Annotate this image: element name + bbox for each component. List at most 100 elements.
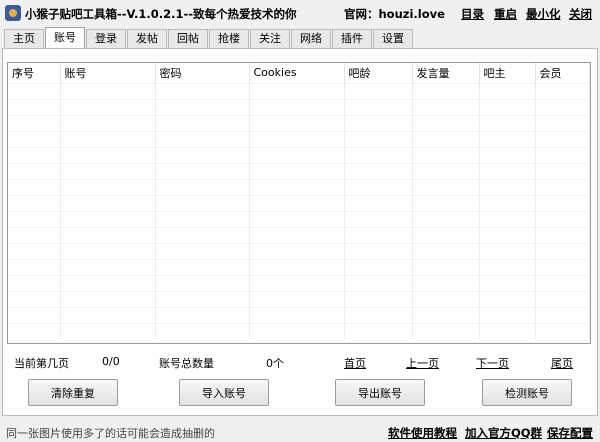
grid-cell [344, 162, 413, 179]
tab-network[interactable]: 网络 [291, 29, 331, 48]
tab-home[interactable]: 主页 [4, 29, 44, 48]
tab-settings[interactable]: 设置 [373, 29, 413, 48]
grid-cell [249, 242, 345, 259]
account-table[interactable]: 序号 账号 密码 Cookies 吧龄 发言量 吧主 会员 [7, 62, 591, 344]
grid-cell [249, 226, 345, 243]
grid-cell [60, 98, 156, 115]
total-accounts-label: 账号总数量 [159, 357, 214, 370]
grid-cell [249, 322, 345, 339]
empty-grid-row [8, 242, 590, 259]
tab-follow[interactable]: 关注 [250, 29, 290, 48]
grid-cell [412, 210, 480, 227]
grid-cell [479, 98, 536, 115]
empty-grid-row [8, 178, 590, 195]
minimize-menu[interactable]: 最小化 [526, 6, 561, 22]
empty-grid-row [8, 258, 590, 275]
check-accounts-button[interactable]: 检测账号 [482, 379, 572, 406]
grid-cell [8, 242, 61, 259]
column-header-index[interactable]: 序号 [8, 63, 61, 83]
column-header-cookies[interactable]: Cookies [249, 63, 345, 83]
tab-plugins[interactable]: 插件 [332, 29, 372, 48]
tab-account[interactable]: 账号 [45, 27, 85, 48]
grid-cell [344, 258, 413, 275]
grid-cell [344, 130, 413, 147]
grid-cell [8, 82, 61, 99]
grid-cell [479, 242, 536, 259]
grid-cell [249, 114, 345, 131]
grid-cell [249, 162, 345, 179]
grid-cell [155, 162, 250, 179]
column-header-password[interactable]: 密码 [155, 63, 250, 83]
next-page-link[interactable]: 下一页 [476, 355, 509, 371]
last-page-link[interactable]: 尾页 [551, 355, 573, 371]
grid-cell [535, 178, 590, 195]
grid-cell [412, 194, 480, 211]
grid-cell [479, 322, 536, 339]
grid-cell [155, 114, 250, 131]
column-header-bar-owner[interactable]: 吧主 [479, 63, 536, 83]
empty-grid-row [8, 130, 590, 147]
first-page-link[interactable]: 首页 [344, 355, 366, 371]
grid-cell [344, 322, 413, 339]
official-site-link[interactable]: 官网：houzi.love [344, 6, 445, 22]
column-header-member[interactable]: 会员 [535, 63, 590, 83]
column-header-post-count[interactable]: 发言量 [412, 63, 480, 83]
clear-duplicates-button[interactable]: 清除重复 [28, 379, 118, 406]
grid-cell [60, 242, 156, 259]
grid-cell [60, 210, 156, 227]
grid-cell [60, 322, 156, 339]
grid-cell [60, 290, 156, 307]
grid-cell [535, 146, 590, 163]
save-config-link[interactable]: 保存配置 [547, 425, 593, 441]
qq-group-link[interactable]: 加入官方QQ群 [465, 425, 542, 441]
empty-grid-row [8, 210, 590, 227]
grid-cell [535, 130, 590, 147]
grid-cell [249, 98, 345, 115]
column-header-bar-age[interactable]: 吧龄 [344, 63, 413, 83]
grid-cell [344, 210, 413, 227]
empty-grid-row [8, 194, 590, 211]
grid-cell [155, 322, 250, 339]
catalog-menu[interactable]: 目录 [461, 6, 484, 22]
import-accounts-button[interactable]: 导入账号 [179, 379, 269, 406]
grid-cell [344, 178, 413, 195]
grid-cell [60, 178, 156, 195]
grid-cell [60, 306, 156, 323]
tab-reply[interactable]: 回帖 [168, 29, 208, 48]
grid-cell [155, 194, 250, 211]
app-title: 小猴子贴吧工具箱--V.1.0.2.1--致每个热爱技术的你 [25, 7, 297, 21]
column-header-account[interactable]: 账号 [60, 63, 156, 83]
prev-page-link[interactable]: 上一页 [406, 355, 439, 371]
grid-cell [412, 274, 480, 291]
empty-grid-row [8, 146, 590, 163]
grid-cell [249, 146, 345, 163]
tab-post[interactable]: 发帖 [127, 29, 167, 48]
empty-grid-row [8, 114, 590, 131]
grid-cell [60, 162, 156, 179]
grid-cell [344, 194, 413, 211]
grid-cell [8, 130, 61, 147]
empty-grid-row [8, 162, 590, 179]
grid-cell [8, 210, 61, 227]
grid-cell [8, 178, 61, 195]
grid-cell [249, 194, 345, 211]
grid-cell [249, 82, 345, 99]
tab-grab-floor[interactable]: 抢楼 [209, 29, 249, 48]
grid-cell [344, 82, 413, 99]
close-menu[interactable]: 关闭 [569, 6, 592, 22]
grid-cell [249, 290, 345, 307]
grid-cell [535, 258, 590, 275]
grid-cell [535, 162, 590, 179]
grid-cell [535, 114, 590, 131]
grid-cell [412, 130, 480, 147]
tutorial-link[interactable]: 软件使用教程 [388, 425, 457, 441]
export-accounts-button[interactable]: 导出账号 [335, 379, 425, 406]
grid-cell [8, 114, 61, 131]
grid-cell [412, 82, 480, 99]
grid-cell [249, 274, 345, 291]
tab-login[interactable]: 登录 [86, 29, 126, 48]
grid-cell [344, 242, 413, 259]
grid-cell [535, 210, 590, 227]
restart-menu[interactable]: 重启 [494, 6, 517, 22]
grid-cell [249, 130, 345, 147]
